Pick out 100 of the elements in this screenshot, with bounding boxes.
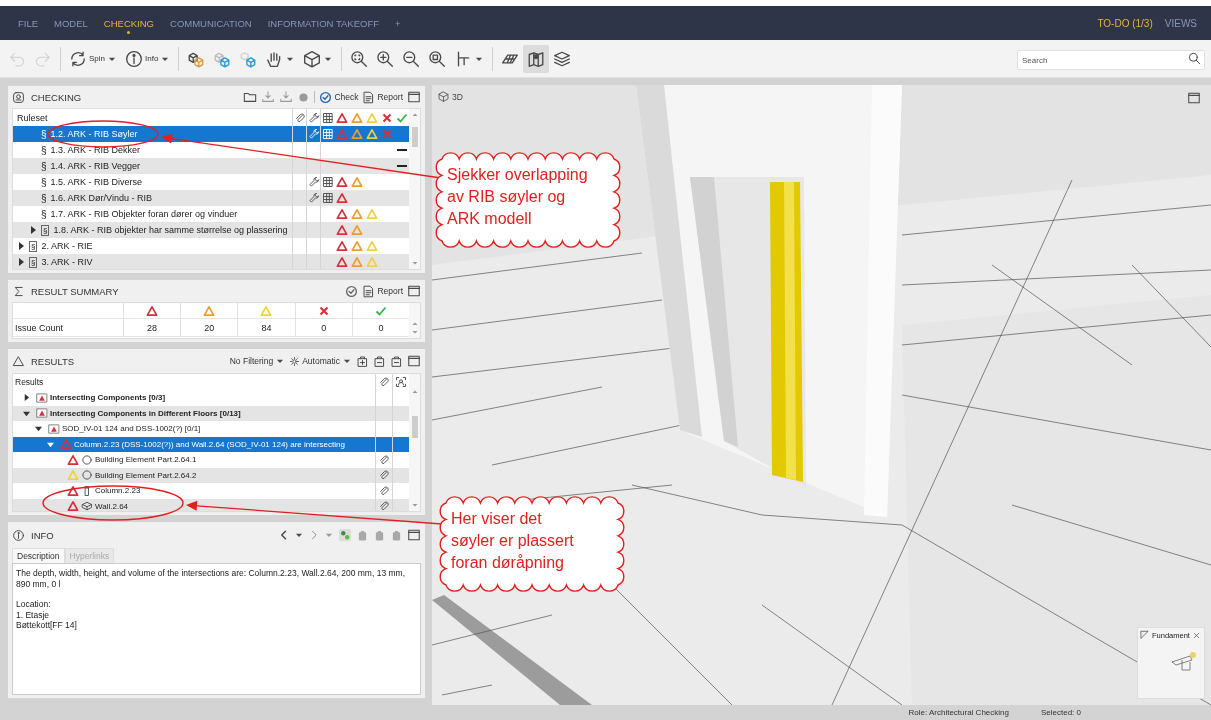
ruleset-row[interactable]: § 1.2. ARK - RIB Søyler (13, 126, 409, 142)
wrench-icon (307, 111, 320, 124)
ruleset-row[interactable]: § 1.8. ARK - RIB objekter har samme størrelse og plassering (13, 222, 409, 238)
filter-dropdown[interactable]: No Filtering (229, 356, 286, 366)
result-row[interactable]: Column.2.23 (DSS-1002(?)) and Wall.2.64 (SOD_IV-01 124) are intersecting (13, 436, 409, 452)
ruleset-row[interactable]: § 1.4. ARK - RIB Vegger (13, 158, 409, 174)
clipboard-icon[interactable] (373, 528, 386, 542)
section-symbol: § (41, 144, 47, 156)
expand-arrow-icon[interactable] (17, 258, 25, 266)
result-name: Intersecting Components [0/3] (50, 393, 166, 403)
scrollbar[interactable] (409, 109, 420, 269)
menu-tab[interactable]: CHECKING (95, 6, 162, 40)
issue-count: 28 (147, 322, 158, 333)
result-row[interactable]: Intersecting Components [0/3] (13, 390, 409, 406)
rule-name: 1.2. ARK - RIB Søyler (50, 129, 138, 139)
rule-name: 1.7. ARK - RIB Objekter foran dører og vinduer (50, 209, 238, 219)
search-field[interactable]: Search (1017, 50, 1205, 70)
issue-count: 0 (378, 322, 384, 333)
result-name: Column.2.23 (95, 486, 141, 496)
description-text: The depth, width, height, and volume of the intersections are: Column.2.23, Wall.2.64, 200 mm, 13 mm, 890 mm, 0 l (16, 568, 406, 589)
paperclip-icon[interactable] (378, 453, 390, 466)
paperclip-icon[interactable] (378, 500, 390, 511)
section-symbol: § (29, 240, 38, 252)
report-button[interactable]: Report (362, 284, 403, 298)
collapse-icon[interactable] (373, 354, 386, 368)
wrench-icon (307, 176, 320, 188)
table-icon (321, 111, 334, 124)
location-text: Location: (16, 599, 52, 610)
result-row[interactable]: SOD_IV-01 124 and DSS-1002(?) [0/1] (13, 421, 409, 437)
maximize-icon[interactable] (1187, 91, 1201, 105)
wrench-icon (307, 128, 320, 140)
maximize-icon[interactable] (407, 90, 421, 104)
maximize-icon[interactable] (407, 528, 421, 542)
menu-tab[interactable]: FILE (10, 6, 47, 40)
info-button[interactable]: Info (121, 44, 175, 73)
menu-tab[interactable]: INFORMATION TAKEOFF (259, 6, 387, 40)
cube-icon (438, 91, 449, 102)
rule-name: 1.4. ARK - RIB Vegger (50, 161, 141, 171)
close-icon[interactable] (1191, 630, 1201, 640)
clipboard-icon[interactable] (390, 528, 403, 542)
wrench-icon (307, 192, 320, 204)
refresh-icon[interactable] (345, 284, 359, 298)
maximize-icon[interactable] (407, 354, 421, 368)
menu-tab[interactable]: COMMUNICATION (162, 6, 260, 40)
paperclip-icon (378, 376, 390, 388)
panel-title: RESULTS (31, 355, 75, 367)
warning-folder-icon (48, 422, 60, 435)
collapse-icon[interactable] (390, 354, 403, 368)
section-symbol: § (41, 176, 47, 188)
expand-all-icon[interactable] (356, 354, 369, 368)
expand-arrow-icon[interactable] (17, 242, 25, 250)
expand-arrow-icon[interactable] (35, 425, 42, 433)
corner-triangle-icon (1140, 630, 1150, 640)
report-button[interactable]: Report (362, 90, 403, 104)
result-name: Building Element Part.2.64.1 (95, 455, 197, 465)
maximize-icon[interactable] (407, 284, 421, 298)
result-row[interactable]: Intersecting Components in Different Floors [0/13] (13, 405, 409, 421)
ruleset-row[interactable]: § 3. ARK - RIV (13, 254, 409, 269)
paperclip-icon[interactable] (378, 484, 390, 497)
expand-arrow-icon[interactable] (23, 394, 30, 402)
result-name: Intersecting Components in Different Floors [0/13] (50, 408, 241, 418)
check-button[interactable]: Check (319, 90, 359, 104)
result-name: Column.2.23 (DSS-1002(?)) and Wall.2.64 (SOD_IV-01 124) are intersecting (74, 439, 345, 449)
map-button[interactable] (523, 44, 550, 73)
table-icon (321, 128, 334, 140)
scrollbar-thumb[interactable] (411, 416, 418, 438)
view-label: 3D (452, 91, 463, 102)
issue-count: 0 (321, 322, 327, 333)
result-row[interactable]: Building Element Part.2.64.1 (13, 452, 409, 468)
rule-name: 2. ARK - RIE (41, 241, 93, 251)
menu-tab[interactable]: + (387, 6, 409, 40)
table-icon (321, 176, 334, 188)
tab[interactable]: Description (12, 548, 65, 563)
panel-title: INFO (31, 529, 54, 541)
panel-title: CHECKING (31, 91, 82, 103)
nodes-icon[interactable] (338, 528, 352, 542)
scrollbar-thumb[interactable] (411, 127, 418, 147)
mode-dropdown[interactable]: Automatic (289, 355, 352, 367)
section-symbol: § (29, 256, 38, 268)
menu-tab[interactable]: VIEWS (1158, 6, 1203, 40)
paperclip-icon[interactable] (378, 469, 390, 482)
section-symbol: § (41, 224, 50, 236)
scrollbar[interactable] (409, 374, 420, 511)
section-symbol: § (41, 128, 47, 140)
result-row[interactable]: Wall.2.64 (13, 498, 409, 511)
triangle-icon (12, 354, 25, 368)
folder-icon[interactable] (243, 90, 258, 104)
clipboard-icon[interactable] (356, 528, 369, 542)
location-text: 1. Etasje (16, 609, 51, 620)
expand-arrow-icon[interactable] (23, 409, 30, 417)
spin-button[interactable]: Spin (65, 44, 121, 73)
document-icon (362, 284, 376, 298)
section-symbol: § (41, 192, 47, 204)
menu-tab[interactable]: MODEL (46, 6, 96, 40)
result-row[interactable]: Building Element Part.2.64.2 (13, 467, 409, 483)
expand-arrow-icon[interactable] (29, 226, 37, 234)
ruleset-row[interactable]: § 1.6. ARK Dør/Vindu - RIB (13, 190, 409, 206)
rule-name: 1.6. ARK Dør/Vindu - RIB (50, 193, 152, 203)
menu-tab[interactable]: TO-DO (1/3) (1091, 6, 1159, 40)
issue-count: 20 (204, 322, 215, 333)
